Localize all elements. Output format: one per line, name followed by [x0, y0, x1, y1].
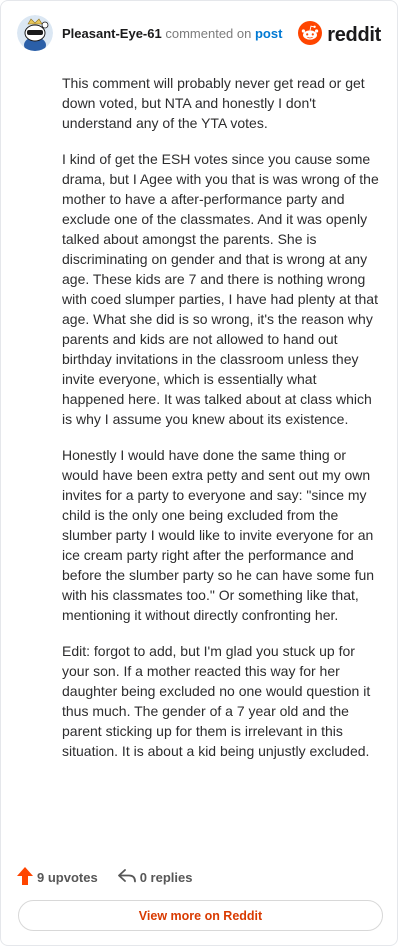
action-text: commented on [165, 26, 252, 41]
comment-embed-card: Pleasant-Eye-61 commented on post reddit [0, 0, 398, 946]
reply-arrow-icon [117, 868, 136, 887]
comment-paragraph: This comment will probably never get rea… [62, 75, 365, 131]
snoo-avatar-icon[interactable] [17, 15, 53, 51]
username-link[interactable]: Pleasant-Eye-61 [62, 26, 162, 41]
comment-footer: 9 upvotes 0 replies [17, 865, 192, 889]
comment-paragraph: I kind of get the ESH votes since you ca… [62, 151, 379, 427]
reddit-wordmark: reddit [327, 24, 381, 46]
comment-header: Pleasant-Eye-61 commented on post reddit [1, 1, 397, 67]
reddit-logo-icon [298, 21, 323, 50]
view-more-button[interactable]: View more on Reddit [18, 900, 383, 931]
replies-button[interactable]: 0 replies [117, 868, 193, 887]
upvote-arrow-icon [17, 866, 33, 888]
upvote-button[interactable]: 9 upvotes [17, 866, 98, 888]
reply-count: 0 replies [139, 869, 193, 885]
comment-paragraph: Edit: forgot to add, but I'm glad you st… [62, 643, 371, 759]
comment-body: This comment will probably never get rea… [62, 73, 382, 777]
comment-paragraph: Honestly I would have done the same thin… [62, 447, 375, 623]
comment-meta: Pleasant-Eye-61 commented on post [62, 26, 282, 42]
reddit-brand[interactable]: reddit [298, 21, 381, 50]
post-link[interactable]: post [255, 26, 282, 41]
upvote-count: 9 upvotes [37, 869, 98, 885]
